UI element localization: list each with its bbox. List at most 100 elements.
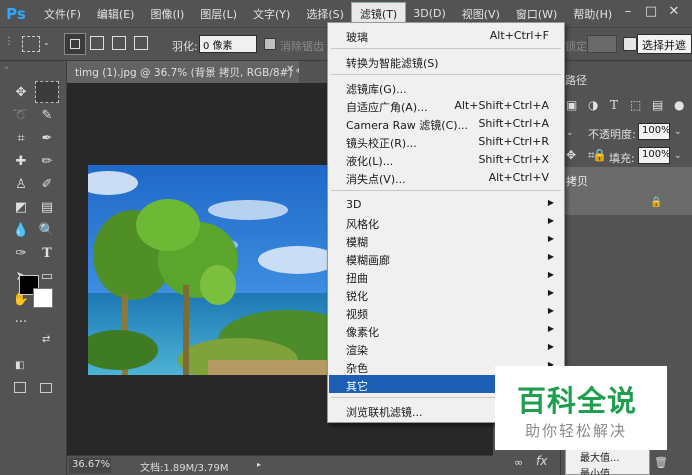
submenu-arrow-icon: ▶ [547, 306, 554, 315]
menu-item-blur[interactable]: 模糊 ▶ [329, 231, 563, 249]
menu-layer[interactable]: 图层(L) [192, 3, 245, 25]
close-tab-icon[interactable]: ✕ [286, 64, 294, 75]
submenu-arrow-icon: ▶ [547, 270, 554, 279]
layer-row[interactable]: 拷贝 🔒 [560, 167, 692, 215]
smart-filter-icon[interactable]: ▤ [652, 98, 663, 112]
blend-mode-arrow-icon[interactable]: ⌄ [566, 128, 574, 138]
opacity-input[interactable]: 100% [638, 123, 671, 140]
adjustment-filter-icon[interactable]: ◑ [588, 98, 598, 112]
document-tab[interactable]: timg (1).jpg @ 36.7% (背景 拷贝, RGB/8#) * [67, 61, 299, 83]
swap-colors-icon[interactable]: ⇄ [42, 334, 50, 345]
submenu-arrow-icon: ▶ [547, 198, 554, 207]
chevron-down-icon[interactable]: ⌄ [43, 39, 51, 47]
edge-checkbox[interactable] [623, 37, 637, 51]
lock-all-icon[interactable]: 🔒 [592, 148, 607, 162]
menu-item-liquify[interactable]: 液化(L)... Shift+Ctrl+X [329, 150, 563, 168]
move-icon[interactable]: ✥ [9, 81, 33, 103]
menu-type[interactable]: 文字(Y) [245, 3, 298, 25]
lock-pixels-icon[interactable]: ✥ [566, 148, 576, 162]
marquee-preset-icon[interactable] [22, 36, 40, 52]
collapse-icon[interactable]: « [4, 63, 9, 72]
document-info[interactable]: 文档:1.89M/3.79M [140, 459, 229, 474]
blur-icon[interactable]: 💧 [9, 219, 33, 241]
filter-toggle-icon[interactable]: ● [674, 98, 684, 112]
menu-help[interactable]: 帮助(H) [565, 3, 620, 25]
quick-select-icon[interactable]: ✎ [35, 104, 59, 126]
menu-item-distort[interactable]: 扭曲 ▶ [329, 267, 563, 285]
default-colors-icon[interactable]: ◧ [15, 360, 24, 371]
edge-value-box[interactable] [587, 35, 617, 53]
menu-item-pixelate[interactable]: 像素化 ▶ [329, 321, 563, 339]
info-menu-icon[interactable]: ▸ [257, 460, 261, 469]
tool-preset-icon[interactable]: ⋮ [4, 36, 18, 54]
type-icon[interactable]: T [35, 242, 59, 264]
submenu-arrow-icon: ▶ [547, 342, 554, 351]
submenu-item-maximum[interactable]: 最大值... [580, 449, 620, 464]
minimize-icon[interactable]: – [620, 4, 636, 20]
menu-item-filter-gallery[interactable]: 滤镜库(G)... [329, 78, 563, 96]
menu-item-last-filter[interactable]: 玻璃 Alt+Ctrl+F [329, 26, 563, 44]
menu-item-vanishing-point[interactable]: 消失点(V)... Alt+Ctrl+V [329, 168, 563, 186]
paths-tab[interactable]: 路径 [565, 72, 587, 88]
menu-item-adaptive-wide-angle[interactable]: 自适应广角(A)... Alt+Shift+Ctrl+A [329, 96, 563, 114]
gradient-icon[interactable]: ▤ [35, 196, 59, 218]
status-bar: 36.67% 文档:1.89M/3.79M ▸ [67, 455, 493, 475]
menu-edit[interactable]: 编辑(E) [89, 3, 143, 25]
more-icon[interactable]: ··· [9, 311, 33, 333]
healing-icon[interactable]: ✚ [9, 150, 33, 172]
lasso-icon[interactable]: ➰ [9, 104, 33, 126]
new-selection-button[interactable] [64, 33, 86, 55]
canvas-image[interactable] [88, 165, 330, 375]
stamp-icon[interactable]: ♙ [9, 173, 33, 195]
dodge-icon[interactable]: 🔍 [35, 219, 59, 241]
submenu-item-minimum[interactable]: 最小值... [580, 465, 620, 475]
submenu-arrow-icon: ▶ [547, 234, 554, 243]
type-filter-icon[interactable]: T [610, 98, 618, 112]
menu-item-sharpen[interactable]: 锐化 ▶ [329, 285, 563, 303]
image-filter-icon[interactable]: ▣ [566, 98, 577, 112]
history-brush-icon[interactable]: ✐ [35, 173, 59, 195]
eraser-icon[interactable]: ◩ [9, 196, 33, 218]
pen-icon[interactable]: ✑ [9, 242, 33, 264]
subtract-selection-icon[interactable] [112, 36, 126, 50]
opacity-dropdown-icon[interactable]: ⌄ [674, 127, 682, 137]
feather-input[interactable]: 0 像素 [199, 35, 257, 53]
layer-lock-icon: 🔒 [650, 197, 663, 208]
add-selection-icon[interactable] [90, 36, 104, 50]
menu-item-video[interactable]: 视频 ▶ [329, 303, 563, 321]
menu-item-camera-raw[interactable]: Camera Raw 滤镜(C)... Shift+Ctrl+A [329, 114, 563, 132]
link-layers-icon[interactable]: ∞ [514, 456, 523, 469]
menu-item-3d[interactable]: 3D ▶ [329, 195, 563, 213]
select-and-mask-button[interactable]: 选择并遮 [637, 34, 692, 54]
fill-input[interactable]: 100% [638, 147, 671, 164]
intersect-selection-icon[interactable] [134, 36, 148, 50]
layer-style-icon[interactable]: fx [536, 454, 547, 468]
screen-mode-icon[interactable] [40, 383, 52, 393]
menu-separator [331, 190, 561, 191]
quick-mask-icon[interactable] [14, 382, 26, 393]
fill-dropdown-icon[interactable]: ⌄ [674, 151, 682, 161]
marquee-icon[interactable] [35, 81, 59, 103]
brush-icon[interactable]: ✏ [35, 150, 59, 172]
zoom-level[interactable]: 36.67% [69, 458, 111, 473]
maximize-icon[interactable]: □ [643, 4, 659, 20]
background-color-swatch[interactable] [33, 288, 53, 308]
shape-filter-icon[interactable]: ⬚ [630, 98, 641, 112]
antialias-checkbox[interactable] [264, 38, 276, 50]
menu-separator [331, 74, 561, 75]
crop-icon[interactable]: ⌗ [9, 127, 33, 149]
menu-item-stylize[interactable]: 风格化 ▶ [329, 213, 563, 231]
photoshop-logo-icon: Ps [6, 4, 26, 23]
layer-name[interactable]: 拷贝 [566, 173, 588, 189]
menu-item-blur-gallery[interactable]: 模糊画廊 ▶ [329, 249, 563, 267]
menu-3d[interactable]: 3D(D) [405, 4, 454, 23]
menu-item-render[interactable]: 渲染 ▶ [329, 339, 563, 357]
menu-file[interactable]: 文件(F) [36, 3, 89, 25]
menu-image[interactable]: 图像(I) [142, 3, 192, 25]
menu-item-convert-smart[interactable]: 转换为智能滤镜(S) [329, 52, 563, 70]
toolbar: « ✥ ➰ ✎ ⌗ ✒ ✚ ✏ ♙ ✐ ◩ ▤ 💧 🔍 ✑ T ➤ ▭ ✋ ⌕ … [0, 61, 67, 475]
close-icon[interactable]: ✕ [666, 4, 682, 20]
delete-layer-icon[interactable]: 🗑 [654, 456, 668, 469]
eyedropper-icon[interactable]: ✒ [35, 127, 59, 149]
menu-item-lens-correction[interactable]: 镜头校正(R)... Shift+Ctrl+R [329, 132, 563, 150]
